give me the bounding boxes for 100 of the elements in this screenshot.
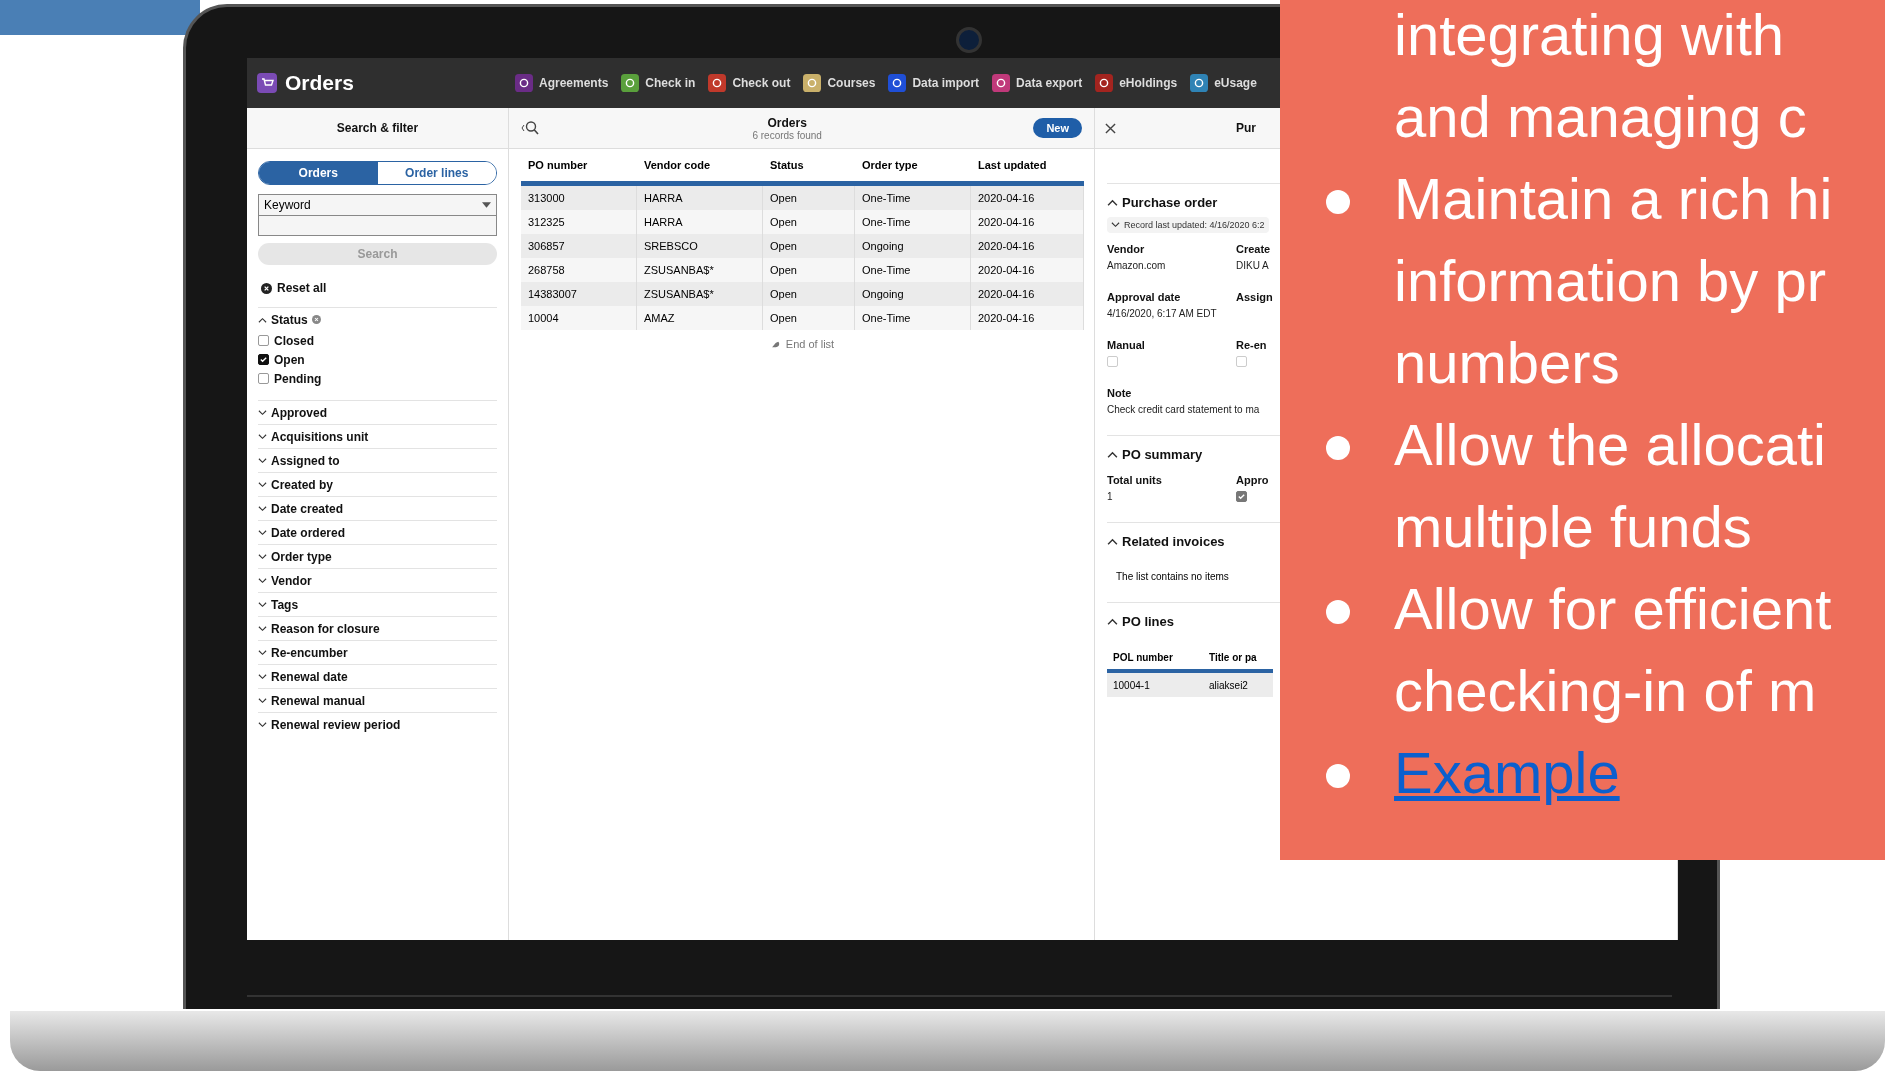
field-label: Manual xyxy=(1107,339,1146,351)
column-header[interactable]: Vendor code xyxy=(637,159,763,171)
table-cell: One-Time xyxy=(855,306,971,330)
pane-title: Orders xyxy=(767,115,807,130)
filter-heading[interactable]: Re-encumber xyxy=(271,645,348,660)
bullet-text: multiple funds xyxy=(1394,493,1753,561)
table-cell: Open xyxy=(763,306,855,330)
field-label: Approval date xyxy=(1107,291,1182,303)
filter-heading[interactable]: Order type xyxy=(271,549,332,564)
checkbox[interactable] xyxy=(258,373,269,384)
new-button[interactable]: New xyxy=(1033,118,1082,138)
filter-heading[interactable]: Renewal review period xyxy=(271,717,401,732)
section-heading[interactable]: Related invoices xyxy=(1122,533,1225,549)
bullet-dot-icon xyxy=(1326,190,1350,214)
table-cell: AMAZ xyxy=(637,306,763,330)
segment-tab[interactable]: Orders xyxy=(259,162,378,184)
cart-icon xyxy=(257,73,277,93)
checkbox-label: Closed xyxy=(274,333,314,348)
column-header[interactable]: Title or pa xyxy=(1203,651,1273,663)
field-label: Note xyxy=(1107,387,1133,399)
bullet-dot-icon xyxy=(1326,764,1350,788)
field-value: Amazon.com xyxy=(1107,260,1167,271)
filter-heading[interactable]: Acquisitions unit xyxy=(271,429,369,444)
camera-icon xyxy=(956,27,982,53)
section-heading[interactable]: PO summary xyxy=(1122,446,1203,462)
record-count: 6 records found xyxy=(752,129,822,141)
app-link[interactable]: eUsage xyxy=(1190,74,1257,92)
filter-heading[interactable]: Created by xyxy=(271,477,334,492)
empty-message: The list contains no items xyxy=(1116,571,1230,582)
filter-heading[interactable]: Tags xyxy=(271,597,299,612)
table-row[interactable]: 312325 HARRA Open One-Time 2020-04-16 xyxy=(521,210,1084,234)
caret-icon xyxy=(482,202,491,208)
table-cell: 10004 xyxy=(521,306,637,330)
bullet-text: numbers xyxy=(1394,329,1621,397)
field-label: Assign xyxy=(1236,291,1274,303)
section-heading[interactable]: PO lines xyxy=(1122,613,1175,629)
close-icon[interactable] xyxy=(1105,122,1116,134)
filter-heading[interactable]: Vendor xyxy=(271,573,312,588)
checkbox-label: Open xyxy=(274,352,305,367)
checkbox[interactable] xyxy=(258,335,269,346)
reset-all-link[interactable]: Reset all xyxy=(277,281,327,295)
column-header[interactable]: PO number xyxy=(521,159,637,171)
pane-title: Pur xyxy=(1236,121,1256,135)
record-metadata[interactable]: Record last updated: 4/16/2020 6:2 xyxy=(1107,217,1269,233)
field-label: Appro xyxy=(1236,474,1270,486)
bullet-text: Maintain a rich hi xyxy=(1394,165,1833,233)
field-label: Vendor xyxy=(1107,243,1146,255)
app-link[interactable]: Check in xyxy=(621,74,696,92)
app-link[interactable]: Check out xyxy=(708,74,791,92)
search-field[interactable] xyxy=(258,216,497,236)
clear-icon[interactable] xyxy=(311,315,321,324)
column-header[interactable]: Last updated xyxy=(971,159,1084,171)
bullet-dot-icon xyxy=(1326,436,1350,460)
table-cell-text: 10004-1 xyxy=(1112,679,1151,691)
checkbox-label: Pending xyxy=(274,371,322,386)
filter-heading[interactable]: Date ordered xyxy=(271,525,346,540)
field-label: Total units xyxy=(1107,474,1163,486)
table-row[interactable]: 306857 SREBSCO Open Ongoing 2020-04-16 xyxy=(521,234,1084,258)
bullet-text: Allow the allocati xyxy=(1394,411,1826,479)
table-row[interactable]: 268758 ZSUSANBA$* Open One-Time 2020-04-16 xyxy=(521,258,1084,282)
clear-icon xyxy=(261,282,272,294)
slide-text: integrating with xyxy=(1394,1,1786,69)
table-row[interactable]: 10004 AMAZ Open One-Time 2020-04-16 xyxy=(521,306,1084,330)
column-header[interactable]: Status xyxy=(763,159,855,171)
leaf-icon xyxy=(770,339,782,349)
field-value: DIKU A xyxy=(1236,260,1270,271)
field-label: Re-en xyxy=(1236,339,1268,351)
filter-heading[interactable]: Date created xyxy=(271,501,344,516)
bullet-text: information by pr xyxy=(1394,247,1827,315)
end-of-list-text: End of list xyxy=(785,338,835,350)
app-link[interactable]: Courses xyxy=(803,74,876,92)
search-index-select[interactable]: Keyword xyxy=(258,194,497,216)
column-header[interactable]: POL number xyxy=(1107,651,1203,663)
filter-heading[interactable]: Renewal date xyxy=(271,669,348,684)
table-row[interactable]: 14383007 ZSUSANBA$* Open Ongoing 2020-04-16 xyxy=(521,282,1084,306)
table-cell-text: aliaksei2 xyxy=(1208,679,1249,691)
field-label: Create xyxy=(1236,243,1272,255)
pane-title: Search & filter xyxy=(336,121,419,135)
section-heading[interactable]: Purchase order xyxy=(1122,194,1218,210)
filter-heading[interactable]: Status xyxy=(271,312,308,327)
filter-heading[interactable]: Approved xyxy=(271,405,327,420)
chevron-down-icon xyxy=(1111,222,1120,228)
table-row[interactable]: 313000 HARRA Open One-Time 2020-04-16 xyxy=(521,186,1084,210)
column-header[interactable]: Order type xyxy=(855,159,971,171)
checkbox[interactable] xyxy=(258,354,269,365)
filter-heading[interactable]: Reason for closure xyxy=(271,621,380,636)
field-value: 1 xyxy=(1107,491,1114,502)
app-link[interactable]: Agreements xyxy=(515,74,609,92)
filter-heading[interactable]: Assigned to xyxy=(271,453,340,468)
app-link[interactable]: eHoldings xyxy=(1095,74,1178,92)
slide-text: and managing c xyxy=(1394,83,1808,151)
bullet-text: checking-in of m xyxy=(1394,657,1818,725)
app-title: Orders xyxy=(285,71,354,95)
search-toggle-icon[interactable] xyxy=(521,120,541,136)
field-value: 4/16/2020, 6:17 AM EDT xyxy=(1107,308,1218,319)
table-row[interactable]: 10004-1 aliaksei2 xyxy=(1107,673,1273,697)
app-link[interactable]: Data import xyxy=(888,74,980,92)
table-cell: 2020-04-16 xyxy=(971,306,1084,330)
app-link[interactable]: Data export xyxy=(992,74,1083,92)
filter-heading[interactable]: Renewal manual xyxy=(271,693,366,708)
